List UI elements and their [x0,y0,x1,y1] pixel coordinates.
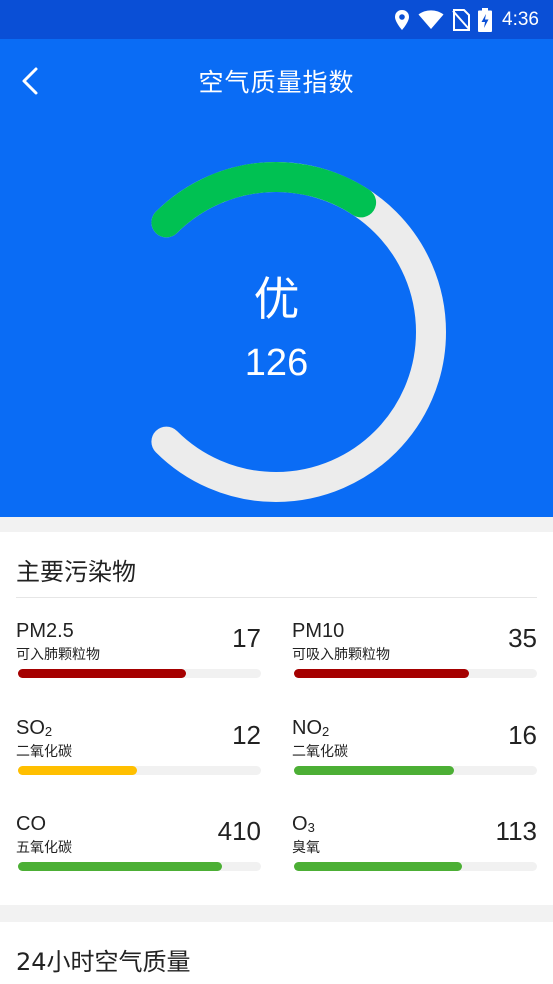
divider [16,597,537,598]
aqi-value: 126 [244,342,309,384]
pollutant-desc: 五氧化碳 [16,840,72,856]
gauge-track [151,162,446,502]
pollutant-value: 410 [217,816,261,846]
pollutant-name: SO2 [16,717,53,739]
pollutant-o3[interactable]: O3 臭氧 113 [292,812,537,892]
pollutant-name: NO2 [292,717,330,739]
pollutant-bar-fill [294,862,462,871]
pollutants-title: 主要污染物 [16,558,136,586]
pollutant-value: 12 [232,720,261,750]
hourly-card: 24小时空气质量 [0,922,553,984]
pollutant-bar-fill [18,862,223,871]
gauge-fill [151,161,377,238]
pollutant-bar-track [294,669,537,678]
pollutant-desc: 可入肺颗粒物 [16,647,100,663]
pollutant-co[interactable]: CO 五氧化碳 410 [16,812,261,892]
pollutant-value: 17 [232,623,261,653]
pollutant-so2[interactable]: SO2 二氧化碳 12 [16,716,261,796]
pollutant-value: 113 [495,816,537,846]
pollutant-pm25[interactable]: PM2.5 可入肺颗粒物 17 [16,619,261,699]
pollutant-name: PM10 [292,620,345,642]
pollutant-desc: 臭氧 [292,840,320,856]
pollutant-bar-fill [18,669,186,678]
battery-charging-icon [478,8,493,32]
pollutant-bar-track [294,766,537,775]
wifi-icon [418,10,444,29]
pollutant-value: 16 [508,720,537,750]
pollutant-name: PM2.5 [16,620,74,642]
hourly-title: 24小时空气质量 [16,948,191,976]
pollutant-bar-fill [294,766,455,775]
pollutant-bar-track [18,766,261,775]
pollutant-desc: 二氧化碳 [16,744,72,760]
pollutant-name: O3 [292,813,315,835]
pollutant-desc: 可吸入肺颗粒物 [292,647,390,663]
status-bar: 4:36 [0,0,553,39]
location-icon [395,10,410,30]
no-sim-icon [452,9,471,31]
pollutant-bar-fill [294,669,469,678]
header: 空气质量指数 优 126 [0,39,553,517]
pollutants-card: 主要污染物 PM2.5 可入肺颗粒物 17 PM10 可吸入肺颗粒物 35 SO… [0,532,553,905]
pollutant-bar-track [18,862,261,871]
status-time: 4:36 [502,9,539,30]
pollutant-name: CO [16,813,46,835]
status-icons: 4:36 [394,6,539,34]
pollutant-bar-track [18,669,261,678]
pollutant-no2[interactable]: NO2 二氧化碳 16 [292,716,537,796]
pollutant-bar-fill [18,766,138,775]
pollutant-pm10[interactable]: PM10 可吸入肺颗粒物 35 [292,619,537,699]
pollutant-desc: 二氧化碳 [292,744,348,760]
pollutant-bar-track [294,862,537,871]
aqi-level: 优 [253,272,300,326]
pollutant-value: 35 [508,623,537,653]
